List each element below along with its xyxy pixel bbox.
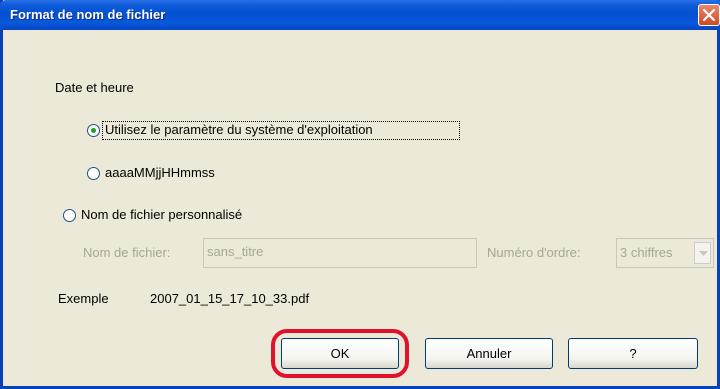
radio-os-setting[interactable] (87, 124, 100, 137)
cancel-button[interactable]: Annuler (425, 338, 553, 369)
help-button[interactable]: ? (568, 338, 698, 369)
example-label: Exemple (58, 291, 109, 306)
title-bar[interactable]: Format de nom de fichier (0, 0, 720, 30)
close-button[interactable] (698, 4, 720, 26)
radio-custom-filename[interactable] (63, 209, 76, 222)
order-number-select[interactable]: 3 chiffres (616, 238, 714, 268)
datetime-group-label: Date et heure (55, 80, 134, 95)
close-icon (703, 9, 715, 21)
filename-input[interactable]: sans_titre (203, 238, 477, 268)
dialog-title: Format de nom de fichier (10, 7, 166, 22)
option-custom-format-label[interactable]: aaaaMMjjHHmmss (105, 165, 215, 180)
chevron-down-icon (699, 251, 708, 256)
radio-selected-dot (91, 128, 96, 133)
option-os-setting-label[interactable]: Utilisez le paramètre du système d'explo… (105, 122, 373, 137)
order-number-label: Numéro d'ordre: (487, 245, 581, 260)
filename-label: Nom de fichier: (83, 245, 171, 260)
highlight-circle (271, 329, 409, 378)
radio-custom-format[interactable] (87, 167, 100, 180)
filename-format-dialog: Format de nom de fichier Date et heure U… (0, 0, 720, 389)
option-custom-filename-label[interactable]: Nom de fichier personnalisé (81, 207, 242, 222)
select-dropdown-button[interactable] (694, 242, 711, 264)
example-value: 2007_01_15_17_10_33.pdf (150, 291, 310, 306)
order-number-value: 3 chiffres (620, 245, 673, 260)
